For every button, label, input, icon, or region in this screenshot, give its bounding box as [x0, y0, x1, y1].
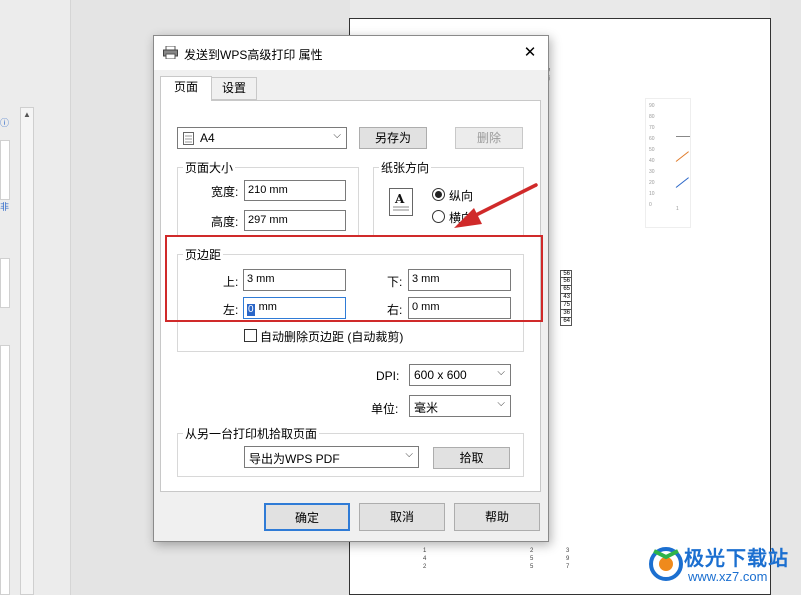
preview-table-cell: 75	[560, 302, 572, 310]
svg-text:A: A	[394, 192, 405, 206]
auto-delete-margins-label: 自动删除页边距 (自动裁剪)	[260, 330, 404, 344]
preview-cell: 3	[566, 548, 570, 554]
source-printer-value: 导出为WPS PDF	[249, 452, 340, 466]
width-field[interactable]: 210 mm	[244, 180, 346, 201]
preview-table-cell: 43	[560, 294, 572, 302]
printer-icon	[163, 46, 178, 59]
preview-mini-chart: 1 90 80 70 60 50 40 30 20 10 0	[645, 98, 691, 228]
annotation-arrow-icon	[454, 183, 538, 228]
height-field[interactable]: 297 mm	[244, 210, 346, 231]
dpi-value: 600 x 600	[414, 368, 467, 382]
info-icon: ⓘ	[0, 118, 10, 128]
watermark-url: www.xz7.com	[688, 569, 768, 584]
portrait-page-icon: A	[389, 188, 413, 216]
save-as-button[interactable]: 另存为	[359, 127, 427, 149]
preview-chart-line	[675, 151, 689, 162]
preview-cell: 5	[530, 564, 534, 570]
preview-cell: 4	[423, 556, 427, 562]
orientation-group-label: 纸张方向	[379, 159, 432, 176]
margins-highlight-box	[165, 235, 543, 322]
unit-value: 毫米	[414, 401, 439, 415]
help-button[interactable]: 帮助	[454, 503, 540, 531]
preview-row: 4 5 9	[423, 555, 583, 563]
chevron-down-icon: ⌵	[497, 367, 505, 378]
chevron-down-icon: ⌵	[333, 130, 341, 141]
tab-settings[interactable]: 设置	[212, 77, 257, 100]
chevron-down-icon: ⌵	[405, 449, 413, 460]
source-printer-select[interactable]: 导出为WPS PDF ⌵	[244, 446, 419, 468]
page-icon	[183, 132, 194, 145]
preview-bottom-rows: 1 2 3 4 5 9 2 5 7	[423, 547, 583, 571]
preview-chart-line	[675, 177, 689, 188]
unit-select[interactable]: 毫米 ⌵	[409, 395, 511, 417]
paper-size-select[interactable]: A4 ⌵	[177, 127, 347, 149]
preview-row: 2 5 7	[423, 563, 583, 571]
preview-table-cell: 64	[560, 318, 572, 326]
preview-cell: 7	[566, 564, 570, 570]
close-icon[interactable]: ✕	[518, 42, 542, 64]
watermark-brand: 极光下载站	[684, 548, 789, 570]
page-size-group-label: 页面大小	[183, 159, 236, 176]
preview-table-cell: 65	[560, 286, 572, 294]
preview-cell: 2	[423, 564, 427, 570]
ok-button[interactable]: 确定	[264, 503, 350, 531]
preview-cell: 9	[566, 556, 570, 562]
height-label: 高度:	[211, 215, 239, 229]
preview-chart-tick: 0	[649, 202, 652, 208]
background-scrollbar[interactable]: ▲	[20, 107, 34, 595]
side-strip	[0, 140, 10, 200]
preview-cell: 5	[530, 556, 534, 562]
preview-chart-xlabel: 1	[676, 206, 679, 212]
preview-chart-tick: 20	[649, 180, 655, 186]
pick-button[interactable]: 拾取	[433, 447, 510, 469]
preview-chart-tick: 80	[649, 114, 655, 120]
preview-chart-line	[676, 136, 690, 137]
brand-logo-icon	[649, 547, 683, 581]
chevron-down-icon: ⌵	[497, 398, 505, 409]
background-left-panel: ⓘ 非 ▲	[0, 0, 70, 595]
auto-delete-margins-checkbox[interactable]	[244, 329, 257, 342]
preview-mini-table: 56 56 65 43 75 36 64	[560, 270, 572, 326]
unit-label: 单位:	[371, 402, 399, 416]
side-label-fragment: 非	[0, 202, 10, 212]
delete-button[interactable]: 删除	[455, 127, 523, 149]
source-printer-group-label: 从另一台打印机拾取页面	[183, 425, 320, 442]
tab-page[interactable]: 页面	[160, 76, 212, 101]
preview-table-cell: 36	[560, 310, 572, 318]
preview-chart-tick: 40	[649, 158, 655, 164]
preview-chart-tick: 70	[649, 125, 655, 131]
width-label: 宽度:	[211, 185, 239, 199]
dpi-select[interactable]: 600 x 600 ⌵	[409, 364, 511, 386]
dpi-label: DPI:	[376, 369, 400, 383]
paper-size-value: A4	[200, 131, 215, 145]
scroll-up-icon[interactable]: ▲	[21, 108, 33, 122]
preview-cell: 2	[530, 548, 534, 554]
cancel-button[interactable]: 取消	[359, 503, 445, 531]
background-right-margin	[770, 0, 801, 595]
side-strip	[0, 345, 10, 595]
preview-chart-tick: 50	[649, 147, 655, 153]
preview-row: 1 2 3	[423, 547, 583, 555]
site-watermark: 极光下载站 www.xz7.com	[648, 541, 798, 589]
dialog-titlebar[interactable]: 发送到WPS高级打印 属性 ✕	[154, 36, 548, 70]
preview-table-cell: 56	[560, 270, 572, 278]
preview-chart-tick: 30	[649, 169, 655, 175]
preview-chart-tick: 10	[649, 191, 655, 197]
preview-cell: 1	[423, 548, 427, 554]
preview-chart-tick: 90	[649, 103, 655, 109]
preview-table-cell: 56	[560, 278, 572, 286]
dialog-title: 发送到WPS高级打印 属性	[184, 48, 323, 62]
side-strip	[0, 258, 10, 308]
preview-chart-tick: 60	[649, 136, 655, 142]
